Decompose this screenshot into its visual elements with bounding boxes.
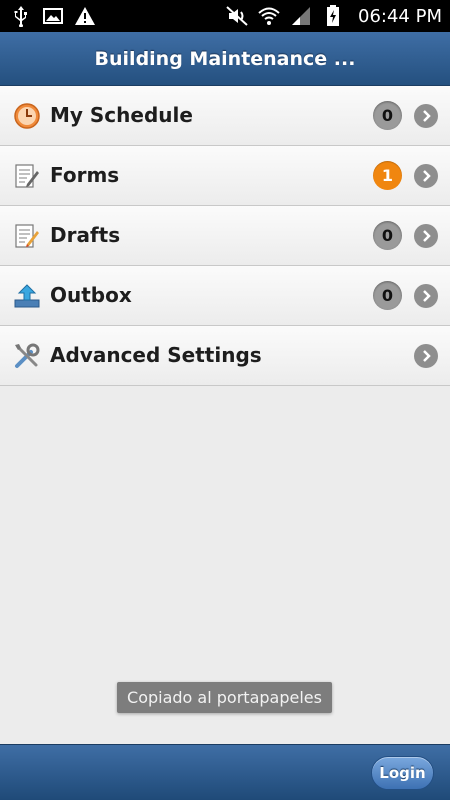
chevron-right-icon [414,284,438,308]
menu-item-my-schedule[interactable]: My Schedule 0 [0,86,450,146]
app-footer: Login [0,744,450,800]
chevron-right-icon [414,104,438,128]
clock-time: 06:44 PM [358,5,442,27]
chevron-right-icon [414,344,438,368]
usb-icon [10,5,32,27]
menu-item-outbox[interactable]: Outbox 0 [0,266,450,326]
form-icon [13,162,41,190]
clock-icon [13,102,41,130]
menu-item-label: Outbox [50,282,132,307]
menu-item-label: My Schedule [50,102,193,127]
drafts-icon [13,222,41,250]
count-badge: 0 [373,281,402,310]
warning-icon [74,5,96,27]
count-badge: 0 [373,101,402,130]
menu-item-advanced-settings[interactable]: Advanced Settings [0,326,450,386]
menu-item-label: Forms [50,162,120,187]
menu-item-label: Advanced Settings [50,342,262,367]
toast-message: Copiado al portapapeles [117,682,332,713]
menu-item-drafts[interactable]: Drafts 0 [0,206,450,266]
count-badge: 0 [373,221,402,250]
battery-charging-icon [322,5,344,27]
status-bar: 06:44 PM [0,0,450,32]
image-icon [42,5,64,27]
menu-item-forms[interactable]: Forms 1 [0,146,450,206]
wifi-icon [258,5,280,27]
menu-item-label: Drafts [50,222,121,247]
login-button[interactable]: Login [371,756,434,790]
outbox-upload-icon [13,282,41,310]
page-title: Building Maintenance ... [94,47,356,70]
app-header: Building Maintenance ... [0,32,450,86]
chevron-right-icon [414,164,438,188]
chevron-right-icon [414,224,438,248]
main-menu: My Schedule 0 Forms 1 Drafts 0 Outbox 0 … [0,86,450,386]
mute-icon [226,5,248,27]
signal-icon [290,5,312,27]
count-badge: 1 [373,161,402,190]
tools-icon [13,342,41,370]
